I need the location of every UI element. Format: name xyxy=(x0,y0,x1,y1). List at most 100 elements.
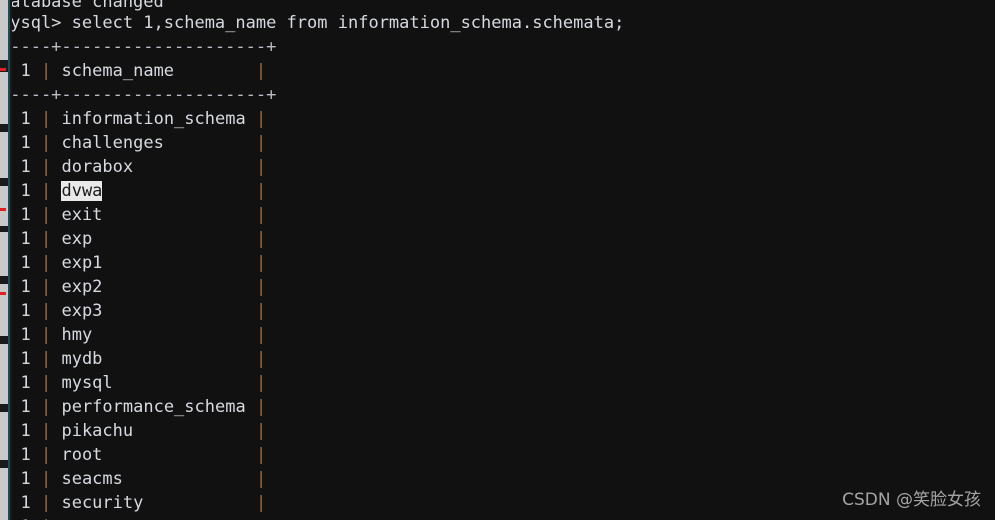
row-cell-schema-name: information_schema xyxy=(61,109,246,129)
row-pipe-right: | xyxy=(255,133,267,153)
row-pipe-right: | xyxy=(255,205,267,225)
row-cell-padding xyxy=(51,493,61,513)
gutter-segment[interactable] xyxy=(0,412,8,460)
terminal-output[interactable]: mysql> select 1,schema_name from informa… xyxy=(0,0,995,520)
row-pipe-mid: | xyxy=(40,301,52,321)
row-pipe-right: | xyxy=(255,277,267,297)
row-pipe-right: | xyxy=(255,325,267,345)
table-row[interactable]: | 1 | exp2 | xyxy=(0,275,266,299)
table-row[interactable]: | 1 | challenges | xyxy=(0,131,266,155)
row-pipe-right: | xyxy=(255,421,267,441)
gutter-segment[interactable] xyxy=(0,132,8,178)
row-cell-padding xyxy=(51,205,61,225)
row-cell-num: 1 xyxy=(10,133,41,153)
row-cell-filler xyxy=(133,421,256,441)
row-pipe-right: | xyxy=(255,181,267,201)
row-cell-filler xyxy=(102,181,256,201)
header-cell-schema-name: schema_name xyxy=(51,61,256,81)
row-pipe-mid: | xyxy=(40,373,52,393)
watermark: CSDN @笑脸女孩 xyxy=(842,490,981,510)
row-cell-schema-name: exp3 xyxy=(61,301,103,321)
table-row[interactable]: | 1 | information_schema | xyxy=(0,107,266,131)
row-pipe-mid: | xyxy=(40,493,52,513)
header-cell-num: 1 xyxy=(10,61,41,81)
table-row[interactable]: | 1 | exit | xyxy=(0,203,266,227)
row-cell-schema-name: hmy xyxy=(61,325,93,345)
row-cell-num: 1 xyxy=(10,325,41,345)
row-pipe-mid: | xyxy=(40,397,52,417)
table-row[interactable]: | 1 | seacms | xyxy=(0,467,266,491)
gutter-segment[interactable] xyxy=(0,468,8,520)
prompt-line: mysql> select 1,schema_name from informa… xyxy=(0,11,624,35)
row-pipe-right: | xyxy=(255,253,267,273)
row-cell-padding xyxy=(51,397,61,417)
header-pipe-mid: | xyxy=(40,61,52,81)
row-pipe-mid: | xyxy=(40,325,52,345)
table-row[interactable]: | 1 | mysql | xyxy=(0,371,266,395)
gutter-segment[interactable] xyxy=(0,72,8,124)
row-pipe-right: | xyxy=(255,301,267,321)
row-pipe-mid: | xyxy=(40,469,52,489)
table-row-clipped: | 1 | xyxy=(0,515,266,520)
row-cell-padding xyxy=(51,157,61,177)
table-row[interactable]: | 1 | dvwa | xyxy=(0,179,266,203)
row-cell-filler xyxy=(102,253,256,273)
table-row[interactable]: | 1 | exp3 | xyxy=(0,299,266,323)
table-row[interactable]: | 1 | dorabox | xyxy=(0,155,266,179)
row-pipe-mid: | xyxy=(40,181,52,201)
table-separator-top: +----+--------------------+ xyxy=(0,37,277,57)
row-cell-padding xyxy=(51,373,61,393)
row-cell-padding xyxy=(51,133,61,153)
left-gutter[interactable] xyxy=(0,0,12,520)
row-cell-num: 1 xyxy=(10,109,41,129)
row-cell-filler xyxy=(113,373,256,393)
row-cell-padding xyxy=(51,349,61,369)
row-cell-padding xyxy=(51,445,61,465)
row-cell-num: 1 xyxy=(10,349,41,369)
gutter-segment[interactable] xyxy=(0,344,8,404)
row-cell-num: 1 xyxy=(10,421,41,441)
table-row[interactable]: | 1 | hmy | xyxy=(0,323,266,347)
row-cell-num: 1 xyxy=(10,373,41,393)
table-body: | 1 | information_schema || 1 | challeng… xyxy=(0,107,266,520)
row-cell-schema-name: performance_schema xyxy=(61,397,246,417)
row-pipe-mid: | xyxy=(40,277,52,297)
row-cell-schema-name: pikachu xyxy=(61,421,134,441)
row-pipe-mid: | xyxy=(40,205,52,225)
row-pipe-right: | xyxy=(255,445,267,465)
table-header-row: | 1 | schema_name | xyxy=(0,59,266,83)
row-pipe-mid: | xyxy=(40,445,52,465)
gutter-segment[interactable] xyxy=(0,232,8,276)
row-cell-schema-name: exp xyxy=(61,229,93,249)
row-cell-filler xyxy=(102,277,256,297)
row-cell-filler xyxy=(143,493,256,513)
table-row[interactable]: | 1 | pikachu | xyxy=(0,419,266,443)
row-cell-filler xyxy=(246,109,256,129)
gutter-marker[interactable] xyxy=(0,208,6,211)
row-pipe-right: | xyxy=(255,373,267,393)
row-cell-filler xyxy=(102,205,256,225)
row-cell-num: 1 xyxy=(10,397,41,417)
gutter-marker[interactable] xyxy=(0,68,6,71)
row-cell-schema-name: mysql xyxy=(61,373,113,393)
prompt-text: mysql> select 1,schema_name from informa… xyxy=(0,13,625,33)
row-cell-filler xyxy=(102,445,256,465)
gutter-segment[interactable] xyxy=(0,0,8,60)
row-cell-schema-name: mydb xyxy=(61,349,103,369)
row-cell-padding xyxy=(51,469,61,489)
row-cell-filler xyxy=(102,301,256,321)
table-row[interactable]: | 1 | security | xyxy=(0,491,266,515)
table-row[interactable]: | 1 | mydb | xyxy=(0,347,266,371)
table-row[interactable]: | 1 | performance_schema | xyxy=(0,395,266,419)
row-pipe-mid: | xyxy=(40,133,52,153)
table-row[interactable]: | 1 | exp1 | xyxy=(0,251,266,275)
gutter-marker[interactable] xyxy=(0,292,6,295)
row-cell-num: 1 xyxy=(10,157,41,177)
row-cell-schema-name: exp1 xyxy=(61,253,103,273)
row-pipe-right: | xyxy=(255,469,267,489)
table-row[interactable]: | 1 | exp | xyxy=(0,227,266,251)
row-cell-schema-name: exp2 xyxy=(61,277,103,297)
table-row[interactable]: | 1 | root | xyxy=(0,443,266,467)
row-cell-padding xyxy=(51,253,61,273)
gutter-segment[interactable] xyxy=(0,186,8,226)
